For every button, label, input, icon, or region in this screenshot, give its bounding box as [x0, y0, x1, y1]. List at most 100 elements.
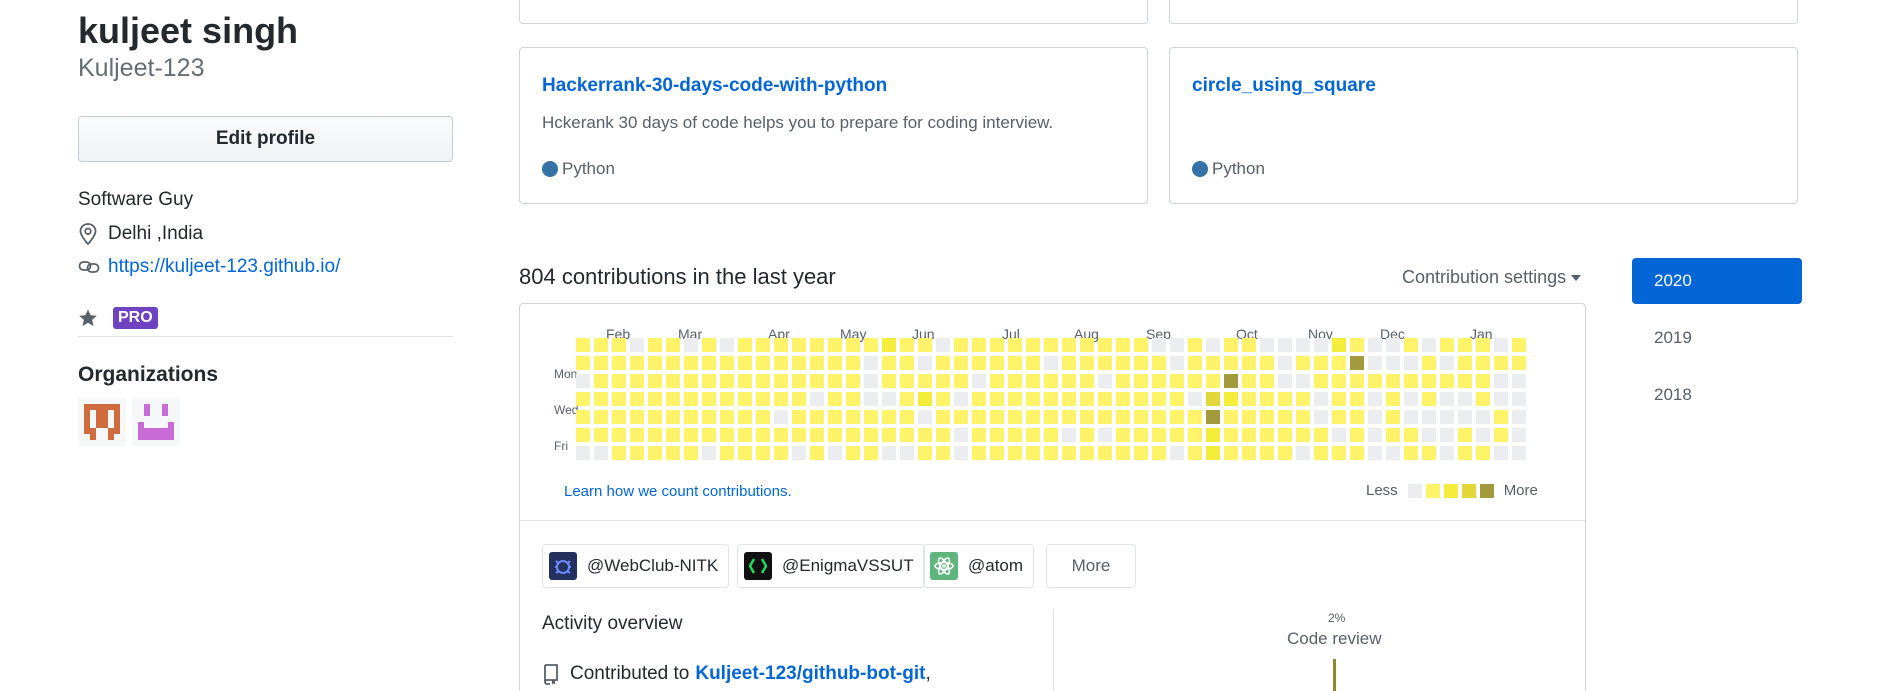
contribution-day-cell[interactable]	[1008, 446, 1022, 460]
contribution-day-cell[interactable]	[900, 374, 914, 388]
contribution-day-cell[interactable]	[774, 356, 788, 370]
contribution-day-cell[interactable]	[720, 410, 734, 424]
contribution-day-cell[interactable]	[1512, 392, 1526, 406]
contribution-day-cell[interactable]	[1224, 392, 1238, 406]
contribution-day-cell[interactable]	[1404, 410, 1418, 424]
contribution-day-cell[interactable]	[1386, 410, 1400, 424]
contribution-day-cell[interactable]	[1458, 356, 1472, 370]
contribution-day-cell[interactable]	[972, 392, 986, 406]
contribution-day-cell[interactable]	[864, 446, 878, 460]
contribution-day-cell[interactable]	[576, 446, 590, 460]
more-orgs-button[interactable]: More	[1046, 544, 1136, 588]
contribution-day-cell[interactable]	[1404, 392, 1418, 406]
contribution-day-cell[interactable]	[810, 374, 824, 388]
contribution-day-cell[interactable]	[1332, 392, 1346, 406]
contribution-day-cell[interactable]	[1278, 410, 1292, 424]
contribution-day-cell[interactable]	[1368, 392, 1382, 406]
contribution-day-cell[interactable]	[1026, 410, 1040, 424]
contribution-day-cell[interactable]	[792, 392, 806, 406]
contribution-day-cell[interactable]	[1278, 374, 1292, 388]
contribution-day-cell[interactable]	[666, 428, 680, 442]
contribution-settings-dropdown[interactable]: Contribution settings	[1402, 267, 1582, 288]
contribution-day-cell[interactable]	[1332, 356, 1346, 370]
contribution-day-cell[interactable]	[576, 392, 590, 406]
contribution-day-cell[interactable]	[882, 374, 896, 388]
contribution-day-cell[interactable]	[846, 446, 860, 460]
contribution-day-cell[interactable]	[882, 338, 896, 352]
contribution-day-cell[interactable]	[810, 356, 824, 370]
contribution-day-cell[interactable]	[702, 428, 716, 442]
contribution-day-cell[interactable]	[1458, 392, 1472, 406]
contribution-day-cell[interactable]	[1152, 392, 1166, 406]
contribution-day-cell[interactable]	[1260, 356, 1274, 370]
contribution-day-cell[interactable]	[1188, 374, 1202, 388]
contribution-day-cell[interactable]	[936, 338, 950, 352]
contribution-day-cell[interactable]	[666, 374, 680, 388]
contribution-day-cell[interactable]	[1224, 446, 1238, 460]
contribution-day-cell[interactable]	[1386, 428, 1400, 442]
contribution-day-cell[interactable]	[1296, 446, 1310, 460]
contribution-day-cell[interactable]	[1008, 338, 1022, 352]
contribution-day-cell[interactable]	[1116, 374, 1130, 388]
contribution-day-cell[interactable]	[630, 446, 644, 460]
contribution-day-cell[interactable]	[666, 392, 680, 406]
contribution-day-cell[interactable]	[954, 374, 968, 388]
contribution-day-cell[interactable]	[594, 374, 608, 388]
contribution-day-cell[interactable]	[1260, 410, 1274, 424]
contribution-day-cell[interactable]	[918, 446, 932, 460]
contribution-day-cell[interactable]	[1332, 374, 1346, 388]
contribution-day-cell[interactable]	[864, 338, 878, 352]
contribution-day-cell[interactable]	[1026, 338, 1040, 352]
contribution-day-cell[interactable]	[1422, 356, 1436, 370]
contribution-day-cell[interactable]	[1422, 392, 1436, 406]
contribution-day-cell[interactable]	[882, 446, 896, 460]
contribution-day-cell[interactable]	[1080, 410, 1094, 424]
contribution-day-cell[interactable]	[1458, 410, 1472, 424]
contribution-day-cell[interactable]	[990, 428, 1004, 442]
contribution-day-cell[interactable]	[1206, 338, 1220, 352]
contribution-day-cell[interactable]	[612, 410, 626, 424]
contribution-day-cell[interactable]	[1134, 428, 1148, 442]
contribution-day-cell[interactable]	[648, 428, 662, 442]
contribution-day-cell[interactable]	[738, 392, 752, 406]
contribution-day-cell[interactable]	[1116, 410, 1130, 424]
contribution-day-cell[interactable]	[972, 428, 986, 442]
contribution-day-cell[interactable]	[774, 392, 788, 406]
contribution-day-cell[interactable]	[1044, 428, 1058, 442]
contribution-day-cell[interactable]	[1242, 356, 1256, 370]
contribution-day-cell[interactable]	[594, 392, 608, 406]
contribution-day-cell[interactable]	[1188, 392, 1202, 406]
contribution-day-cell[interactable]	[936, 428, 950, 442]
contribution-day-cell[interactable]	[1062, 410, 1076, 424]
contribution-day-cell[interactable]	[1260, 338, 1274, 352]
contribution-day-cell[interactable]	[1476, 374, 1490, 388]
contribution-day-cell[interactable]	[792, 410, 806, 424]
pinned-repo-title[interactable]: circle_using_square	[1192, 75, 1376, 97]
contribution-day-cell[interactable]	[1350, 374, 1364, 388]
contribution-day-cell[interactable]	[846, 356, 860, 370]
contribution-day-cell[interactable]	[1206, 392, 1220, 406]
contribution-day-cell[interactable]	[1224, 338, 1238, 352]
contribution-day-cell[interactable]	[1062, 428, 1076, 442]
contribution-day-cell[interactable]	[900, 410, 914, 424]
contribution-day-cell[interactable]	[1386, 446, 1400, 460]
contribution-day-cell[interactable]	[1026, 428, 1040, 442]
contribution-day-cell[interactable]	[1134, 392, 1148, 406]
contribution-day-cell[interactable]	[666, 356, 680, 370]
contribution-day-cell[interactable]	[630, 356, 644, 370]
contribution-day-cell[interactable]	[1134, 410, 1148, 424]
contribution-day-cell[interactable]	[1098, 338, 1112, 352]
contribution-day-cell[interactable]	[684, 410, 698, 424]
contribution-day-cell[interactable]	[1026, 374, 1040, 388]
org-avatar-webclub[interactable]	[78, 398, 126, 446]
contribution-day-cell[interactable]	[594, 356, 608, 370]
contribution-day-cell[interactable]	[1080, 338, 1094, 352]
contribution-day-cell[interactable]	[630, 338, 644, 352]
contribution-day-cell[interactable]	[1476, 428, 1490, 442]
contribution-day-cell[interactable]	[1242, 392, 1256, 406]
contribution-day-cell[interactable]	[1440, 410, 1454, 424]
contribution-day-cell[interactable]	[1422, 428, 1436, 442]
contribution-day-cell[interactable]	[1350, 356, 1364, 370]
contribution-day-cell[interactable]	[1440, 428, 1454, 442]
contribution-day-cell[interactable]	[648, 338, 662, 352]
